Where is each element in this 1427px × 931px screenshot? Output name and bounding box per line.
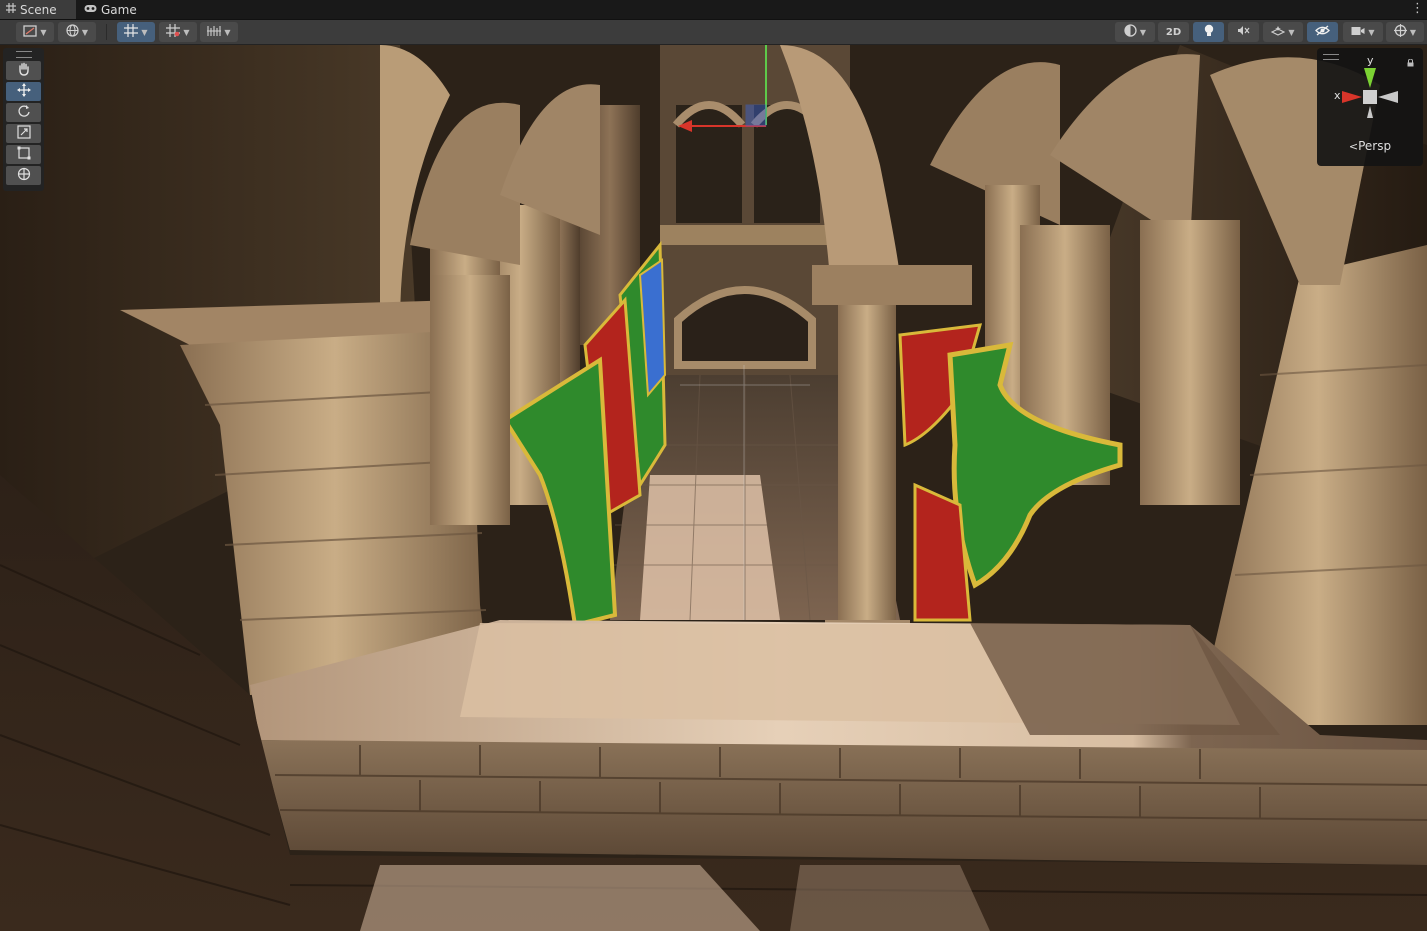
shading-mode-dropdown[interactable]: ▼ (1115, 22, 1155, 42)
chevron-down-icon: ▼ (1139, 27, 1147, 37)
toggle-2d-label: 2D (1165, 26, 1182, 38)
hidden-objects-toggle[interactable] (1307, 22, 1338, 42)
transform-tool-button[interactable] (6, 166, 41, 185)
rect-transform-icon (17, 145, 31, 164)
audio-mute-icon (1237, 25, 1250, 39)
rect-tool-button[interactable] (6, 145, 41, 164)
rotate-tool-button[interactable] (6, 103, 41, 122)
chevron-down-icon: ▼ (1288, 27, 1295, 37)
scale-tool-button[interactable] (6, 124, 41, 143)
lightbulb-icon (1204, 24, 1214, 40)
gizmos-dropdown[interactable]: ▼ (1386, 22, 1424, 42)
chevron-down-icon: ▼ (1368, 27, 1375, 37)
chevron-down-icon: ▼ (224, 27, 231, 37)
x-axis-label: x (1334, 89, 1341, 102)
more-options-icon[interactable]: ⋮ (1411, 1, 1424, 17)
tab-game-label: Game (101, 2, 137, 17)
rotate-icon (17, 103, 31, 122)
scene-audio-toggle[interactable] (1228, 22, 1259, 42)
move-icon (16, 82, 31, 101)
shading-mode-icon (23, 24, 38, 40)
camera-icon (1351, 26, 1365, 39)
sponza-scene-image (0, 45, 1427, 931)
chevron-down-icon: ▼ (141, 27, 148, 37)
increment-snap-dropdown[interactable]: ▼ (200, 22, 238, 42)
grid-visibility-dropdown[interactable]: ▼ (159, 22, 197, 42)
tab-scene[interactable]: Scene (0, 0, 76, 19)
chevron-down-icon: ▼ (40, 27, 47, 37)
tab-scene-label: Scene (20, 2, 57, 17)
increment-snap-icon (207, 25, 222, 40)
perspective-icon: < (1348, 140, 1359, 153)
hand-icon (17, 61, 31, 80)
drag-handle-icon[interactable] (15, 51, 32, 58)
toggle-2d-button[interactable]: 2D (1158, 22, 1189, 42)
visibility-icon (1315, 25, 1330, 39)
camera-settings-dropdown[interactable]: ▼ (1343, 22, 1383, 42)
move-tool-button[interactable] (6, 82, 41, 101)
scene-effects-dropdown[interactable]: ▼ (1263, 22, 1303, 42)
projection-toggle[interactable]: <Persp (1317, 139, 1423, 153)
hand-tool-button[interactable] (6, 61, 41, 80)
tab-game[interactable]: Game (78, 0, 148, 19)
globe-icon (66, 24, 79, 40)
y-axis-label: y (1367, 54, 1374, 67)
window-tab-bar: Scene Game ⋮ (0, 0, 1427, 20)
scale-icon (16, 124, 31, 143)
effects-icon (1271, 25, 1286, 40)
scene-viewport[interactable] (0, 45, 1427, 931)
toolbar-divider (106, 24, 107, 40)
grid-snap-icon (124, 24, 139, 40)
tool-palette (3, 48, 44, 191)
sphere-shading-icon (1124, 24, 1137, 40)
draw-mode-dropdown[interactable]: ▼ (16, 22, 54, 42)
gizmos-icon (1393, 24, 1407, 40)
scene-lighting-toggle[interactable] (1193, 22, 1224, 42)
global-local-dropdown[interactable]: ▼ (58, 22, 96, 42)
projection-label: Persp (1358, 139, 1392, 153)
grid-snapping-toggle[interactable]: ▼ (117, 22, 155, 42)
chevron-down-icon: ▼ (1409, 27, 1417, 37)
orientation-gizmo[interactable]: y x <Persp (1317, 48, 1423, 166)
grid-icon (6, 3, 16, 16)
scene-toolbar: ▼ ▼ ▼ ▼ ▼ ▼ 2D ▼ ▼ ▼ (0, 20, 1427, 45)
grid-visibility-icon (166, 24, 181, 40)
chevron-down-icon: ▼ (81, 27, 89, 37)
transform-icon (17, 166, 31, 185)
gamepad-icon (84, 3, 97, 16)
chevron-down-icon: ▼ (183, 27, 190, 37)
